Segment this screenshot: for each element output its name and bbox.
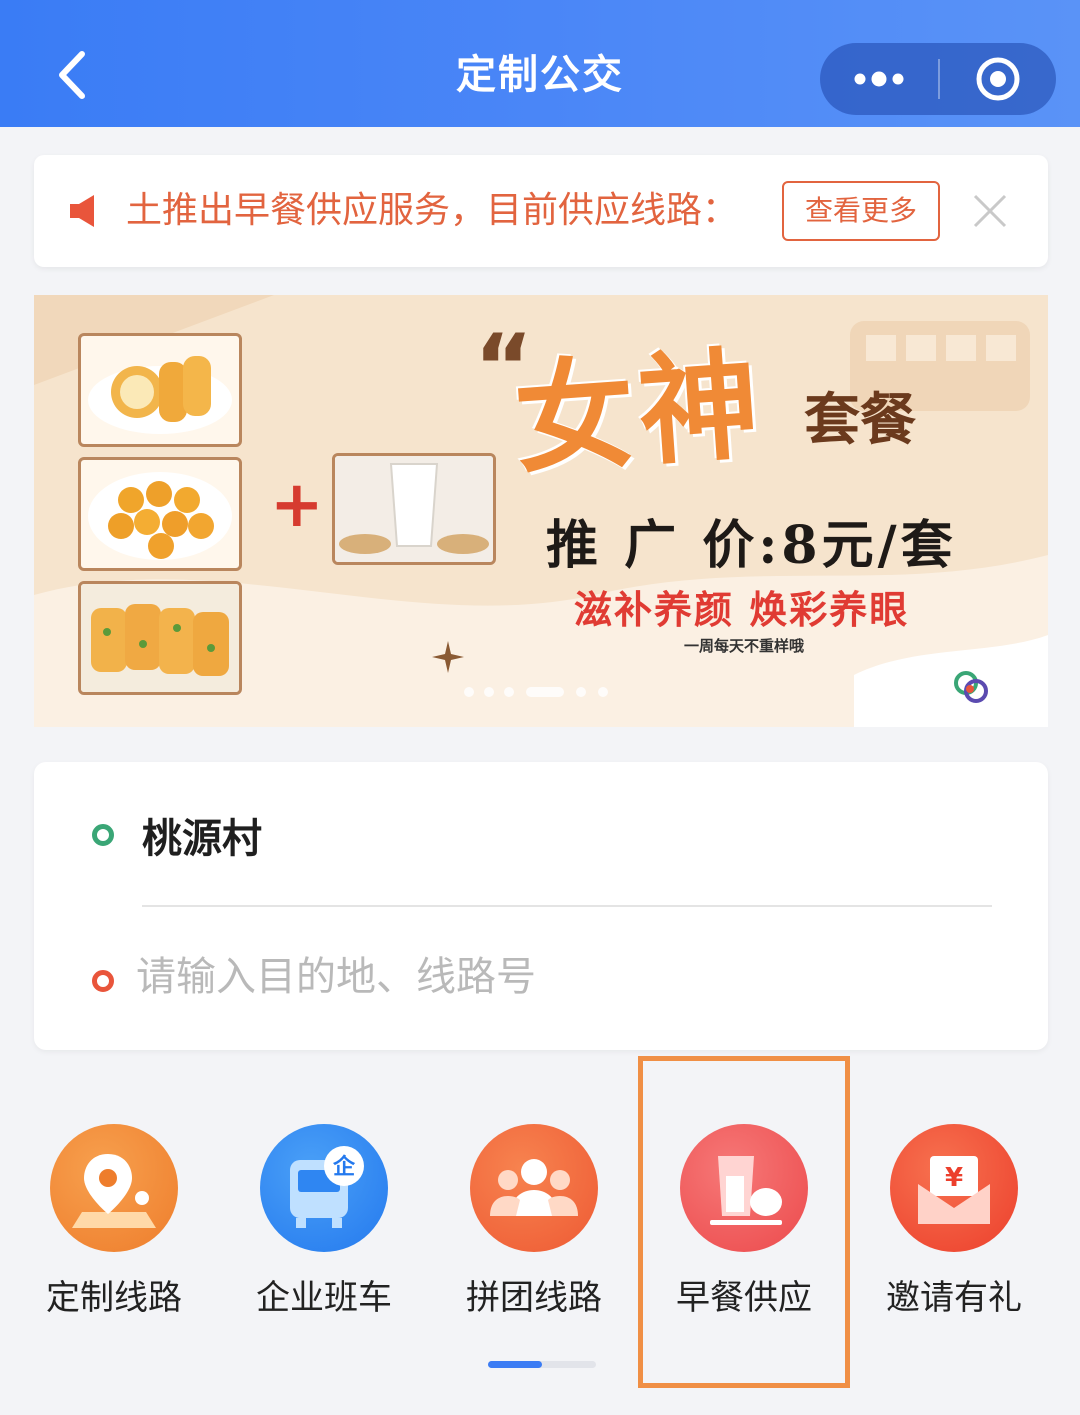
banner-tagline: 一周每天不重样哦: [684, 637, 805, 655]
plus-sign: +: [270, 468, 324, 542]
notice-text: 土推出早餐供应服务，目前供应线路：: [126, 190, 739, 231]
feature-invite-reward[interactable]: ¥ 邀请有礼: [854, 1124, 1054, 1324]
feature-label: 定制线路: [46, 1278, 182, 1318]
feature-pager[interactable]: [488, 1361, 596, 1368]
feature-custom-route[interactable]: 定制线路: [14, 1124, 214, 1324]
title-bar: 定制公交: [0, 0, 1080, 127]
slide-dot[interactable]: [576, 687, 586, 697]
close-miniprogram-button[interactable]: [940, 43, 1056, 115]
feature-breakfast[interactable]: 早餐供应: [644, 1124, 844, 1324]
banner-price: 推 广 价:8元/套: [546, 515, 957, 576]
target-close-icon: [976, 57, 1020, 101]
banner-headline: 女神: [510, 333, 768, 492]
soy-milk-image: [332, 453, 496, 565]
enterprise-bus-icon: 企: [260, 1124, 388, 1252]
feature-enterprise-bus[interactable]: 企 企业班车: [224, 1124, 424, 1324]
banner-slogan: 滋补养颜 焕彩养眼: [574, 588, 910, 632]
origin-dot-icon: [92, 824, 114, 846]
feature-label: 早餐供应: [676, 1278, 812, 1318]
sparkle-icon: [432, 641, 464, 673]
map-pin-icon: [50, 1124, 178, 1252]
origin-field[interactable]: 桃源村: [142, 806, 262, 864]
notice-bar: 土推出早餐供应服务，目前供应线路： 查看更多: [34, 155, 1048, 267]
slide-dot[interactable]: [464, 687, 474, 697]
slide-dot[interactable]: [504, 687, 514, 697]
destination-dot-icon: [92, 970, 114, 992]
feature-group-route[interactable]: 拼团线路: [434, 1124, 634, 1324]
destination-input[interactable]: [134, 944, 988, 1010]
svg-text:¥: ¥: [945, 1163, 963, 1193]
feature-label: 企业班车: [256, 1278, 392, 1318]
slide-dot[interactable]: [484, 687, 494, 697]
breakfast-icon: [680, 1124, 808, 1252]
red-envelope-icon: ¥: [890, 1124, 1018, 1252]
banner-headline-sub: 套餐: [804, 387, 916, 453]
speaker-icon: [70, 195, 94, 227]
close-icon[interactable]: [972, 193, 1008, 229]
cake-roll-image: [78, 333, 242, 447]
brand-logo-icon: [954, 671, 988, 703]
promo-banner[interactable]: + “ 女神 套餐 推 广 价:8元/套 滋补养颜 焕彩养眼 一周每天不重样哦: [34, 295, 1048, 727]
slide-dot-active[interactable]: [526, 687, 564, 697]
svg-text:企: 企: [332, 1154, 356, 1180]
feature-label: 邀请有礼: [886, 1278, 1022, 1318]
route-search-card: 桃源村: [34, 762, 1048, 1050]
group-icon: [470, 1124, 598, 1252]
more-button[interactable]: [820, 43, 938, 115]
feature-pager-active: [488, 1361, 542, 1368]
view-more-button[interactable]: 查看更多: [782, 181, 940, 241]
egg-roll-image: [78, 581, 242, 695]
field-divider: [142, 905, 992, 907]
miniprogram-capsule: [820, 43, 1056, 115]
more-dots-icon: [854, 71, 904, 87]
fried-balls-image: [78, 457, 242, 571]
slide-dot[interactable]: [598, 687, 608, 697]
feature-label: 拼团线路: [466, 1278, 602, 1318]
